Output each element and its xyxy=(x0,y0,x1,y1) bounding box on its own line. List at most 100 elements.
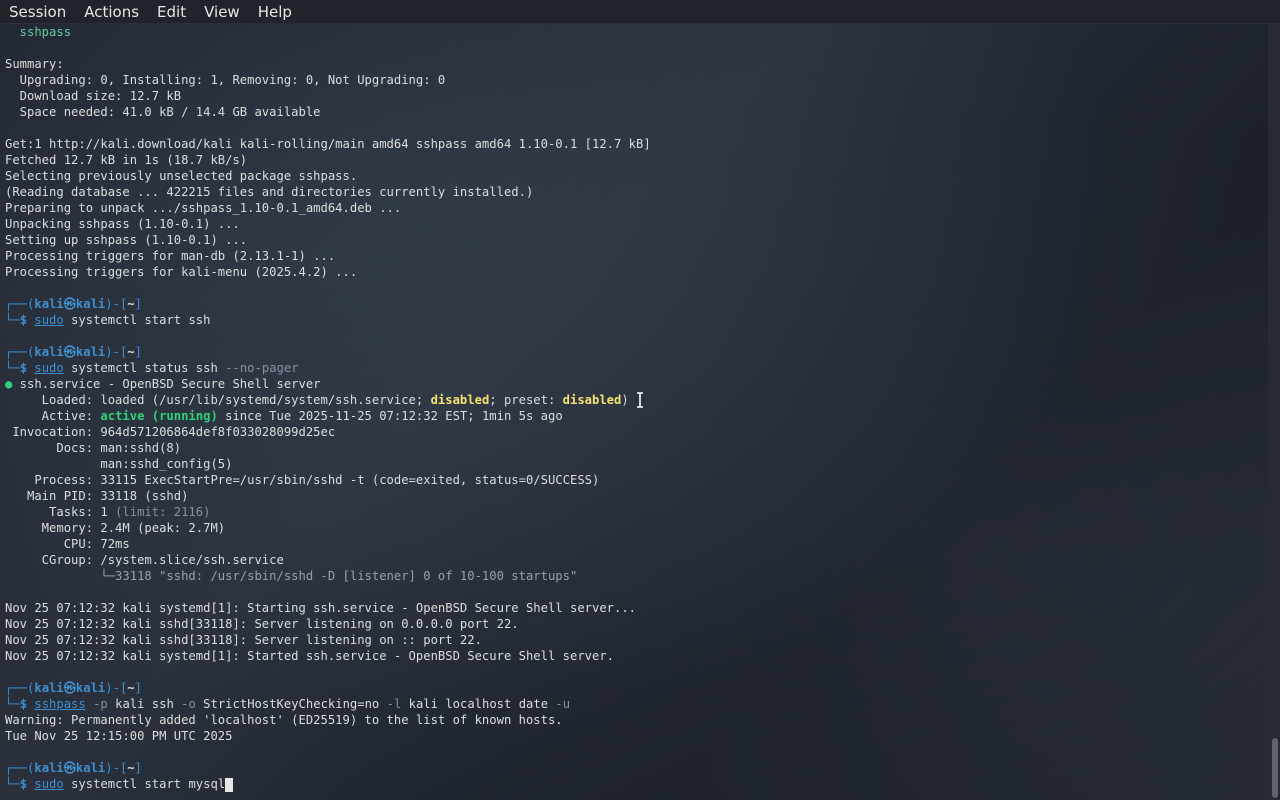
output-text: Summary: xyxy=(5,57,64,71)
loaded-suffix: ) xyxy=(621,393,629,407)
menu-help[interactable]: Help xyxy=(249,3,301,21)
command-token: StrictHostKeyChecking=no xyxy=(195,697,387,711)
menu-actions[interactable]: Actions xyxy=(75,3,148,21)
command-token: start ssh xyxy=(137,313,211,327)
prompt-host: kali xyxy=(75,681,106,695)
menu-session[interactable]: Session xyxy=(0,3,75,21)
prompt-symbol: $ xyxy=(19,777,28,791)
cgroup-sub-line: └─33118 "sshd: /usr/sbin/sshd -D [listen… xyxy=(5,568,1268,584)
prompt-bracket: )-[ xyxy=(105,761,128,775)
command-token: systemctl xyxy=(63,777,138,791)
output-text: Process: 33115 ExecStartPre=/usr/sbin/ss… xyxy=(5,473,600,487)
terminal-output[interactable]: sshpass Summary: Upgrading: 0, Installing… xyxy=(0,24,1268,800)
terminal-line: Invocation: 964d571206864def8f033028099d… xyxy=(5,424,1268,440)
output-text: man:sshd_config(5) xyxy=(5,457,233,471)
prompt-corner: └─ xyxy=(5,777,20,791)
output-text: Tue Nov 25 12:15:00 PM UTC 2025 xyxy=(5,729,233,743)
output-text: Warning: Permanently added 'localhost' (… xyxy=(5,713,563,727)
output-text: Selecting previously unselected package … xyxy=(5,169,358,183)
prompt-bracket: ┌──( xyxy=(5,345,35,359)
output-text: Invocation: 964d571206864def8f033028099d… xyxy=(5,425,336,439)
output-text: Setting up sshpass (1.10-0.1) ... xyxy=(5,233,248,247)
terminal-line: Setting up sshpass (1.10-0.1) ... xyxy=(5,232,1268,248)
scrollbar-track[interactable] xyxy=(1268,24,1280,800)
prompt-corner: └─ xyxy=(5,313,20,327)
prompt-bracket: ┌──( xyxy=(5,681,35,695)
output-text: CPU: 72ms xyxy=(5,537,130,551)
output-text: Processing triggers for man-db (2.13.1-1… xyxy=(5,249,336,263)
output-text: CGroup: /system.slice/ssh.service xyxy=(5,553,284,567)
command-token: -l xyxy=(386,697,402,711)
prompt-host: kali xyxy=(75,761,106,775)
command-token: -u xyxy=(555,697,571,711)
prompt-dir: ~ xyxy=(127,297,135,311)
terminal-line: Selecting previously unselected package … xyxy=(5,168,1268,184)
output-text: Processing triggers for kali-menu (2025.… xyxy=(5,265,358,279)
prompt-host: kali xyxy=(75,345,106,359)
tasks-limit: (limit: 2116) xyxy=(115,505,211,519)
command-token: kali localhost date xyxy=(401,697,556,711)
prompt-at: ㉿ xyxy=(63,345,76,359)
status-active-line: Active: active (running) since Tue 2025-… xyxy=(5,408,1268,424)
prompt-bracket: ] xyxy=(134,297,142,311)
prompt-user: kali xyxy=(34,761,64,775)
service-title: ssh.service - OpenBSD Secure Shell serve… xyxy=(12,377,321,391)
command-token: systemctl xyxy=(63,313,138,327)
prompt-bracket: )-[ xyxy=(105,345,128,359)
active-prefix: Active: xyxy=(5,409,101,423)
prompt-bracket: ] xyxy=(134,761,142,775)
terminal-line: Tue Nov 25 12:15:00 PM UTC 2025 xyxy=(5,728,1268,744)
command-line: └─$ sudo systemctl start mysql xyxy=(5,776,1268,792)
command-line: └─$ sudo systemctl status ssh --no-pager xyxy=(5,360,1268,376)
menu-edit[interactable]: Edit xyxy=(148,3,195,21)
terminal-line: CPU: 72ms xyxy=(5,536,1268,552)
prompt-bracket: ┌──( xyxy=(5,761,35,775)
command-token: sudo xyxy=(34,777,64,791)
menu-view[interactable]: View xyxy=(195,3,249,21)
terminal-line: Processing triggers for kali-menu (2025.… xyxy=(5,264,1268,280)
prompt-bracket: )-[ xyxy=(105,297,128,311)
terminal-line: Process: 33115 ExecStartPre=/usr/sbin/ss… xyxy=(5,472,1268,488)
terminal-line: Summary: xyxy=(5,56,1268,72)
output-text: (Reading database ... 422215 files and d… xyxy=(5,185,534,199)
scrollbar-thumb[interactable] xyxy=(1272,738,1278,798)
command-token: kali ssh xyxy=(107,697,182,711)
prompt-corner: └─ xyxy=(5,697,20,711)
output-text: Nov 25 07:12:32 kali systemd[1]: Started… xyxy=(5,649,615,663)
output-text: Unpacking sshpass (1.10-0.1) ... xyxy=(5,217,240,231)
prompt-at: ㉿ xyxy=(63,681,76,695)
prompt-host: kali xyxy=(75,297,106,311)
cgroup-process: └─33118 "sshd: /usr/sbin/sshd -D [listen… xyxy=(5,569,578,583)
loaded-disabled: disabled xyxy=(430,393,490,407)
loaded-mid: ; preset: xyxy=(489,393,563,407)
prompt-at: ㉿ xyxy=(63,297,76,311)
preset-disabled: disabled xyxy=(562,393,622,407)
prompt-line: ┌──(kali㉿kali)-[~] xyxy=(5,344,1268,360)
terminal-line: Processing triggers for man-db (2.13.1-1… xyxy=(5,248,1268,264)
prompt-at: ㉿ xyxy=(63,761,76,775)
active-state: active (running) xyxy=(100,409,218,423)
command-token: systemctl xyxy=(63,361,138,375)
command-token: sudo xyxy=(34,361,64,375)
command-token: --no-pager xyxy=(225,361,299,375)
tasks-prefix: Tasks: 1 xyxy=(5,505,116,519)
terminal-line: Nov 25 07:12:32 kali systemd[1]: Startin… xyxy=(5,600,1268,616)
terminal-line: Main PID: 33118 (sshd) xyxy=(5,488,1268,504)
prompt-corner: └─ xyxy=(5,361,20,375)
terminal-line: Space needed: 41.0 kB / 14.4 GB availabl… xyxy=(5,104,1268,120)
output-text: Download size: 12.7 kB xyxy=(5,89,182,103)
terminal-line: sshpass xyxy=(5,24,1268,40)
output-text: sshpass xyxy=(5,25,72,39)
prompt-user: kali xyxy=(34,297,64,311)
output-text: Space needed: 41.0 kB / 14.4 GB availabl… xyxy=(5,105,321,119)
command-token: status ssh xyxy=(137,361,226,375)
prompt-bracket: ┌──( xyxy=(5,297,35,311)
output-text: Fetched 12.7 kB in 1s (18.7 kB/s) xyxy=(5,153,248,167)
terminal-line: Download size: 12.7 kB xyxy=(5,88,1268,104)
